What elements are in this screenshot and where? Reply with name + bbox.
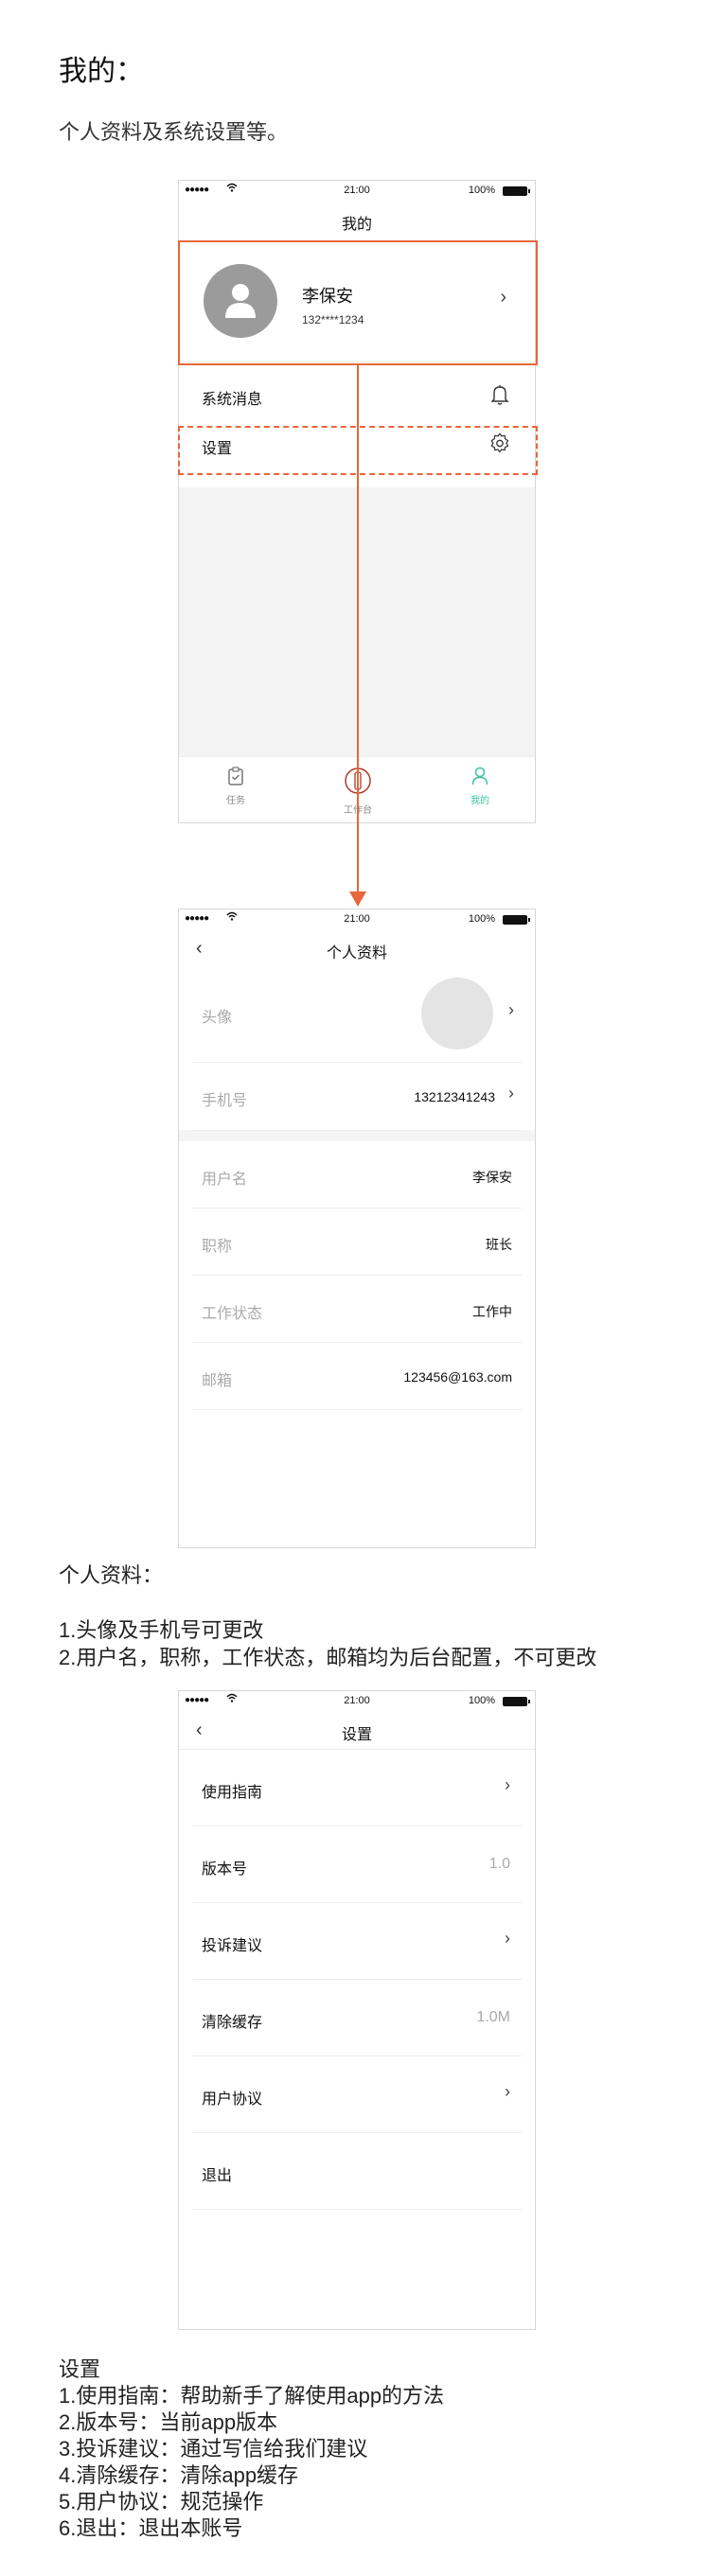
profile-highlight-box <box>178 240 538 365</box>
phone-label: 手机号 <box>202 1093 248 1109</box>
tab-tasks[interactable]: 任务 <box>198 767 274 806</box>
tab-label: 我的 <box>470 796 489 806</box>
chevron-right-icon: › <box>505 2082 510 2101</box>
email-row: 邮箱 123456@163.com <box>192 1343 522 1410</box>
page-title: 个人资料 <box>326 945 387 962</box>
nav-bar: ‹ 设置 <box>179 1712 535 1750</box>
settings-row-agreement[interactable]: 用户协议 › <box>192 2056 522 2133</box>
nav-bar: 我的 <box>179 202 535 239</box>
tab-mine[interactable]: 我的 <box>442 767 518 806</box>
title-row: 职称 班长 <box>192 1209 522 1276</box>
field-label: 工作状态 <box>202 1306 263 1322</box>
battery-percent: 100% <box>468 1695 495 1706</box>
note-line: 5.用户协议：规范操作 <box>59 2490 264 2514</box>
status-bar: ●●●●● 21:00 100% <box>179 1691 535 1712</box>
row-label: 版本号 <box>202 1861 248 1878</box>
flow-connector-line <box>357 365 359 893</box>
phone-row[interactable]: 手机号 13212341243 › <box>192 1063 522 1131</box>
settings-row-clear-cache[interactable]: 清除缓存 1.0M <box>192 1980 522 2056</box>
bell-icon <box>489 383 510 411</box>
settings-screen: ●●●●● 21:00 100% ‹ 设置 使用指南 › 版本号 1.0 投诉建… <box>178 1690 536 2330</box>
doc-title: 我的： <box>59 56 144 87</box>
row-value: 1.0M <box>476 2009 510 2025</box>
profile-screen: ●●●●● 21:00 100% ‹ 个人资料 头像 › 手机号 1321234… <box>178 909 536 1548</box>
page-title: 我的 <box>341 217 372 233</box>
tab-label: 任务 <box>226 796 245 806</box>
row-value: 1.0 <box>488 1856 510 1872</box>
battery-icon <box>503 915 530 925</box>
note-line: 2.用户名，职称，工作状态，邮箱均为后台配置，不可更改 <box>59 1646 597 1669</box>
settings-note: 设置 1.使用指南：帮助新手了解使用app的方法 2.版本号：当前app版本 3… <box>59 2356 444 2542</box>
chevron-right-icon: › <box>508 1000 514 1019</box>
chevron-right-icon: › <box>505 1929 510 1948</box>
settings-row-logout[interactable]: 退出 <box>192 2133 522 2210</box>
menu-label: 系统消息 <box>202 392 263 408</box>
status-bar: ●●●●● 21:00 100% <box>179 909 535 930</box>
avatar[interactable] <box>421 978 493 1050</box>
note-line: 2.版本号：当前app版本 <box>59 2410 278 2434</box>
field-value: 123456@163.com <box>403 1369 512 1385</box>
field-label: 职称 <box>202 1239 233 1255</box>
page-title: 设置 <box>341 1727 372 1743</box>
settings-row-guide[interactable]: 使用指南 › <box>192 1750 522 1826</box>
row-label: 清除缓存 <box>202 2015 263 2031</box>
person-icon <box>442 767 518 788</box>
chevron-right-icon: › <box>508 1084 514 1103</box>
arrow-down-icon <box>349 891 366 907</box>
note-line: 1.使用指南：帮助新手了解使用app的方法 <box>59 2384 445 2408</box>
battery-icon <box>503 186 530 196</box>
settings-row-version: 版本号 1.0 <box>192 1826 522 1903</box>
doc-description: 个人资料及系统设置等。 <box>59 120 289 144</box>
field-value: 工作中 <box>472 1304 512 1319</box>
phone-value: 13212341243 <box>414 1089 495 1104</box>
row-label: 投诉建议 <box>202 1938 263 1954</box>
field-value: 班长 <box>486 1237 512 1252</box>
note-line: 4.清除缓存：清除app缓存 <box>59 2463 299 2487</box>
profile-note: 个人资料： 1.头像及手机号可更改 2.用户名，职称，工作状态，邮箱均为后台配置… <box>59 1561 596 1671</box>
note-line: 6.退出：退出本账号 <box>59 2516 243 2540</box>
battery-percent: 100% <box>468 185 495 196</box>
clipboard-icon <box>198 767 274 788</box>
settings-row-feedback[interactable]: 投诉建议 › <box>192 1903 522 1980</box>
row-label: 使用指南 <box>202 1785 263 1801</box>
chevron-right-icon: › <box>505 1775 510 1794</box>
battery-percent: 100% <box>468 913 495 925</box>
section-divider <box>179 1130 535 1141</box>
row-label: 退出 <box>202 2168 233 2184</box>
field-value: 李保安 <box>472 1170 512 1185</box>
note-title: 设置 <box>59 2357 101 2381</box>
note-line: 3.投诉建议：通过写信给我们建议 <box>59 2437 368 2461</box>
field-label: 用户名 <box>202 1172 248 1188</box>
nav-bar: ‹ 个人资料 <box>179 930 535 968</box>
row-label: 用户协议 <box>202 2091 263 2108</box>
username-row: 用户名 李保安 <box>192 1141 522 1209</box>
field-label: 邮箱 <box>202 1373 233 1389</box>
avatar-label: 头像 <box>202 1010 233 1026</box>
note-line: 1.头像及手机号可更改 <box>59 1618 264 1642</box>
battery-icon <box>503 1697 530 1706</box>
work-status-row: 工作状态 工作中 <box>192 1276 522 1343</box>
note-title: 个人资料： <box>59 1563 164 1587</box>
avatar-row[interactable]: 头像 › <box>192 968 522 1063</box>
status-bar: ●●●●● 21:00 100% <box>179 181 535 202</box>
